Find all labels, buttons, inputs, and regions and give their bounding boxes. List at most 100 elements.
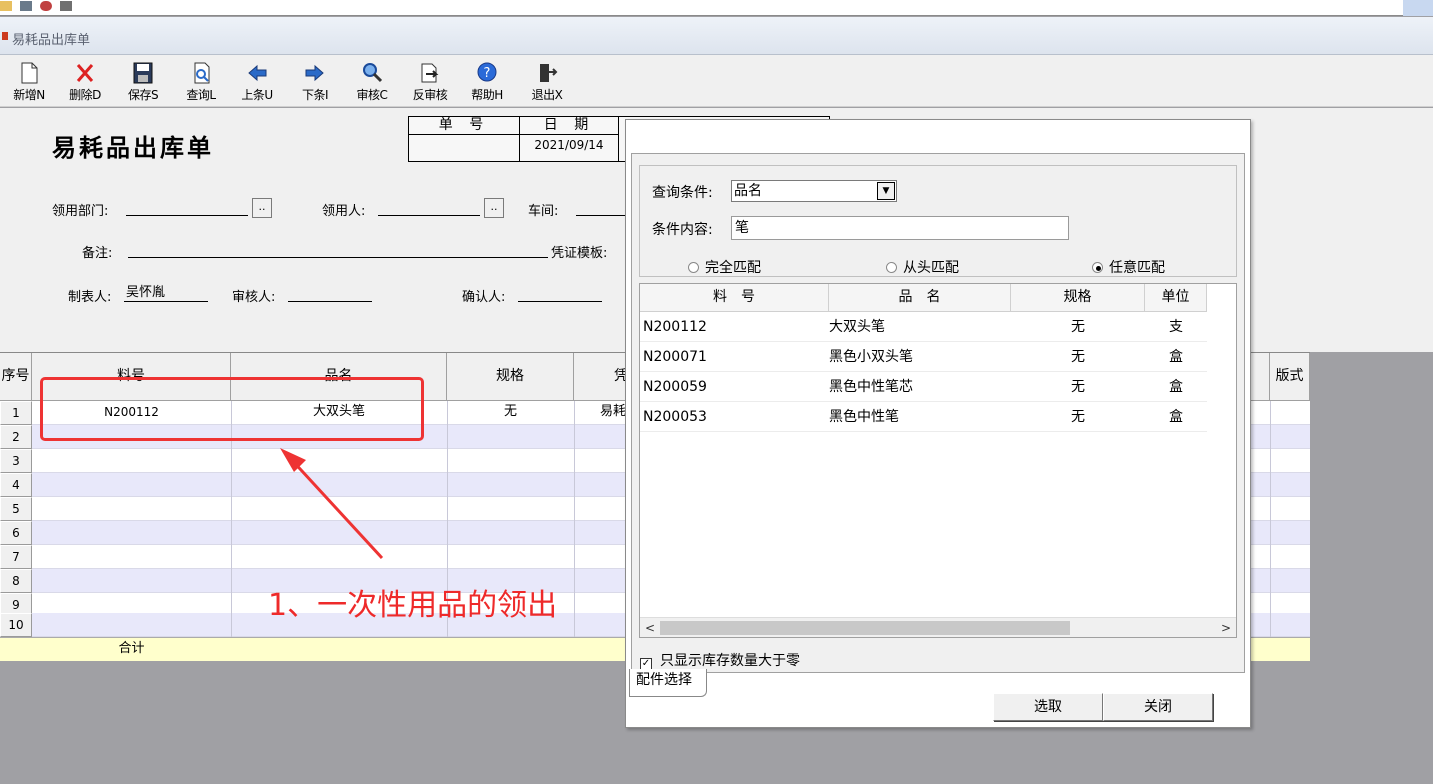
match-any-radio[interactable]: 任意匹配 xyxy=(1092,257,1165,277)
save-button[interactable]: 保存S xyxy=(116,59,170,105)
part-name-header[interactable]: 品 名 xyxy=(829,284,1011,312)
match-exact-label: 完全匹配 xyxy=(705,260,761,276)
dept-field[interactable] xyxy=(126,198,248,216)
match-any-label: 任意匹配 xyxy=(1109,260,1165,276)
receiver-lookup-button[interactable]: .. xyxy=(484,198,504,218)
match-exact-radio[interactable]: 完全匹配 xyxy=(688,257,761,277)
arrow-right-icon xyxy=(305,64,324,82)
prev-label: 上条U xyxy=(241,88,273,102)
row-number: 10 xyxy=(0,613,32,637)
part-code: N200053 xyxy=(643,409,707,425)
column-divider xyxy=(1270,401,1271,661)
part-unit-header[interactable]: 单位 xyxy=(1145,284,1207,312)
radio-on-icon xyxy=(1092,262,1103,273)
scroll-right-icon[interactable]: > xyxy=(1218,619,1234,637)
spec-header[interactable]: 规格 xyxy=(447,353,574,401)
close-button[interactable]: 关闭 xyxy=(1103,693,1213,721)
part-code: N200059 xyxy=(643,379,707,395)
top-right-indicator xyxy=(1403,0,1433,16)
prev-record-button[interactable]: 上条U xyxy=(230,59,284,105)
window-title: 易耗品出库单 xyxy=(12,33,91,48)
scroll-thumb[interactable] xyxy=(660,621,1070,635)
new-button[interactable]: 新增N xyxy=(2,59,56,105)
part-row[interactable]: N200071 黑色小双头笔 无 盒 xyxy=(640,342,1207,372)
match-prefix-radio[interactable]: 从头匹配 xyxy=(886,257,959,277)
maker-label: 制表人: xyxy=(68,290,112,305)
magnifier-icon xyxy=(363,63,383,83)
new-document-icon xyxy=(21,62,38,84)
remark-field[interactable] xyxy=(128,240,548,258)
dialog-panel: 查询条件: 品名 ▼ 条件内容: 笔 完全匹配 从头匹配 任意匹配 料 号 品 … xyxy=(631,153,1245,673)
query-condition-select[interactable]: 品名 ▼ xyxy=(731,180,897,202)
auditor-field[interactable] xyxy=(288,284,372,302)
confirmer-field[interactable] xyxy=(518,284,602,302)
audit-label: 审核C xyxy=(356,88,388,102)
window-icon[interactable] xyxy=(20,1,32,11)
maker-field[interactable]: 吴怀胤 xyxy=(124,284,208,302)
seq-header: 序号 xyxy=(0,353,32,401)
delete-button[interactable]: 删除D xyxy=(58,59,112,105)
part-code: N200071 xyxy=(643,349,707,365)
receiver-field[interactable] xyxy=(378,198,480,216)
next-label: 下条I xyxy=(301,88,329,102)
part-unit: 盒 xyxy=(1169,379,1183,395)
column-divider xyxy=(574,401,575,661)
annotation-arrow-icon xyxy=(280,448,384,560)
part-unit: 盒 xyxy=(1169,409,1183,425)
exit-button[interactable]: 退出X xyxy=(520,59,574,105)
audit-button[interactable]: 审核C xyxy=(345,59,399,105)
unaudit-document-icon xyxy=(421,63,439,83)
tab-part-selection[interactable]: 配件选择 xyxy=(629,669,707,697)
scroll-left-icon[interactable]: < xyxy=(642,619,658,637)
workshop-field[interactable] xyxy=(576,198,626,216)
toolbar: 新增N 删除D 保存S 查询L 上条U 下条I 审核C 反审核 ? 帮助H 退出… xyxy=(0,55,1433,107)
part-spec-header[interactable]: 规格 xyxy=(1011,284,1145,312)
part-list: 料 号 品 名 规格 单位 N200112 大双头笔 无 支 N200071 黑… xyxy=(639,283,1237,638)
radio-off-icon xyxy=(688,262,699,273)
query-content-input[interactable]: 笔 xyxy=(731,216,1069,240)
query-button[interactable]: 查询L xyxy=(174,59,228,105)
app-icon[interactable] xyxy=(0,1,12,11)
row-number: 3 xyxy=(0,449,32,473)
dept-lookup-button[interactable]: .. xyxy=(252,198,272,218)
new-label: 新增N xyxy=(13,88,45,102)
dropdown-arrow-icon[interactable]: ▼ xyxy=(877,182,895,200)
horizontal-scrollbar[interactable]: < > xyxy=(640,617,1236,637)
query-condition-label: 查询条件: xyxy=(652,185,713,201)
only-positive-stock-checkbox[interactable]: ✓ 只显示库存数量大于零 xyxy=(640,650,800,670)
annotation-text: 1、一次性用品的领出 xyxy=(268,588,558,623)
part-spec: 无 xyxy=(1071,409,1085,425)
part-unit: 盒 xyxy=(1169,349,1183,365)
voucher-template-label: 凭证模板: xyxy=(551,246,608,261)
part-row[interactable]: N200059 黑色中性笔芯 无 盒 xyxy=(640,372,1207,402)
part-unit: 支 xyxy=(1169,319,1183,335)
part-row[interactable]: N200112 大双头笔 无 支 xyxy=(640,312,1207,342)
unaudit-button[interactable]: 反审核 xyxy=(403,59,457,105)
row-number: 5 xyxy=(0,497,32,521)
part-row[interactable]: N200053 黑色中性笔 无 盒 xyxy=(640,402,1207,432)
row-number: 2 xyxy=(0,425,32,449)
format-header[interactable]: 版式 xyxy=(1270,353,1310,401)
total-label: 合计 xyxy=(118,641,145,656)
record-icon[interactable] xyxy=(40,1,52,11)
date-value[interactable]: 2021/09/14 xyxy=(520,135,618,155)
next-record-button[interactable]: 下条I xyxy=(288,59,342,105)
delete-icon xyxy=(76,64,94,82)
svg-text:?: ? xyxy=(484,66,491,81)
part-code: N200112 xyxy=(643,319,707,335)
row-number: 1 xyxy=(0,401,32,425)
part-name: 黑色小双头笔 xyxy=(829,349,913,365)
menu-icon[interactable] xyxy=(60,1,72,11)
row-spec[interactable]: 无 xyxy=(447,401,574,425)
annotation-highlight-box xyxy=(40,377,424,441)
select-button[interactable]: 选取 xyxy=(993,693,1103,721)
part-code-header[interactable]: 料 号 xyxy=(640,284,829,312)
exit-door-icon xyxy=(540,64,558,82)
help-button[interactable]: ? 帮助H xyxy=(460,59,514,105)
radio-off-icon xyxy=(886,262,897,273)
part-spec: 无 xyxy=(1071,379,1085,395)
row-number: 8 xyxy=(0,569,32,593)
receiver-label: 领用人: xyxy=(322,204,366,219)
query-content-label: 条件内容: xyxy=(652,222,713,238)
part-spec: 无 xyxy=(1071,349,1085,365)
